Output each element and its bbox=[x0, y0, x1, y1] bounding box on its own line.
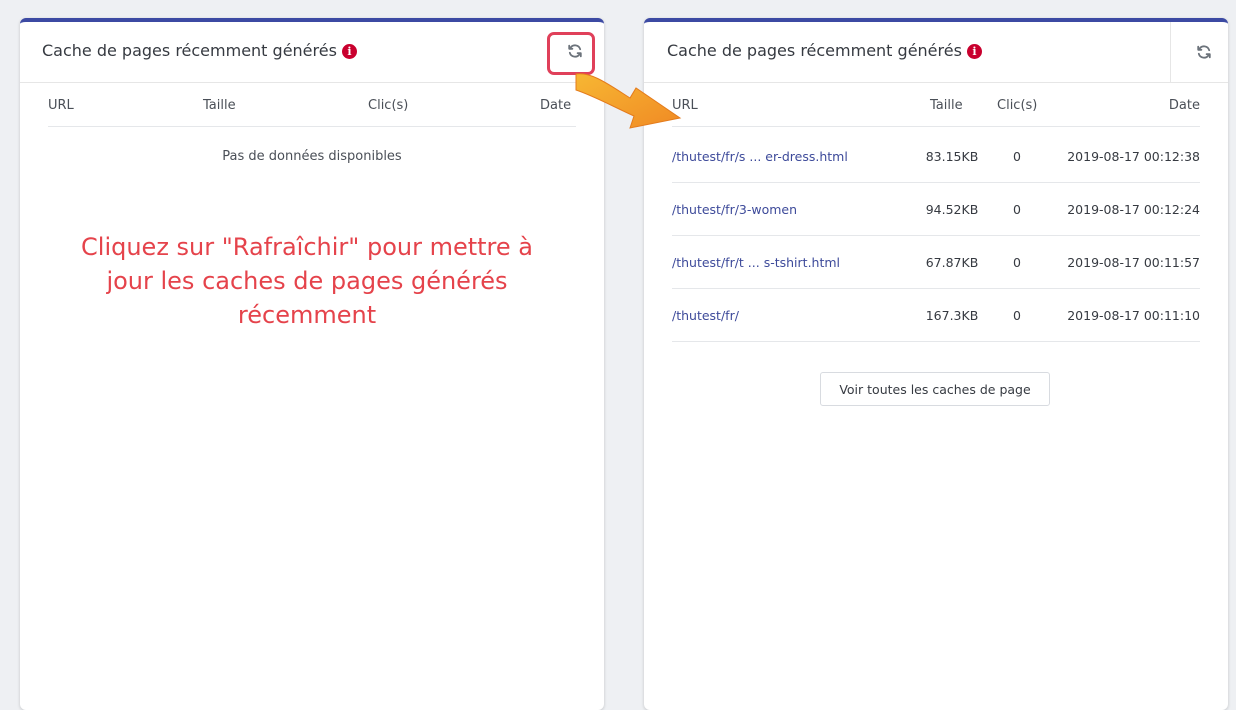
column-header-date: Date bbox=[1168, 98, 1200, 113]
row-size: 83.15KB bbox=[925, 149, 979, 164]
table-row: /thutest/fr/s ... er-dress.html 83.15KB … bbox=[644, 130, 1228, 183]
row-clicks: 0 bbox=[1013, 255, 1021, 270]
row-url-link[interactable]: /thutest/fr/s ... er-dress.html bbox=[672, 130, 848, 183]
row-size: 67.87KB bbox=[925, 255, 979, 270]
table-row: /thutest/fr/t ... s-tshirt.html 67.87KB … bbox=[644, 236, 1228, 289]
annotation-message: Cliquez sur "Rafraîchir" pour mettre à j… bbox=[81, 233, 533, 329]
refresh-button[interactable] bbox=[1190, 38, 1218, 66]
row-date: 2019-08-17 00:12:38 bbox=[1067, 149, 1200, 164]
row-date: 2019-08-17 00:11:10 bbox=[1067, 308, 1200, 323]
panel-title: Cache de pages récemment générés bbox=[667, 41, 962, 60]
column-header-clicks: Clic(s) bbox=[997, 98, 1038, 113]
header-separator bbox=[1170, 22, 1171, 82]
row-clicks: 0 bbox=[1013, 149, 1021, 164]
cache-panel-populated: Cache de pages récemment générés i URL Ta… bbox=[644, 18, 1228, 710]
refresh-icon bbox=[568, 44, 582, 58]
panel-header: Cache de pages récemment générés i bbox=[20, 22, 604, 83]
row-clicks: 0 bbox=[1013, 308, 1021, 323]
column-header-clicks: Clic(s) bbox=[368, 98, 409, 113]
table-row: /thutest/fr/3-women 94.52KB 0 2019-08-17… bbox=[644, 183, 1228, 236]
row-size: 94.52KB bbox=[925, 202, 979, 217]
row-url-link[interactable]: /thutest/fr/ bbox=[672, 289, 739, 342]
row-clicks: 0 bbox=[1013, 202, 1021, 217]
row-divider bbox=[672, 341, 1200, 342]
column-header-url: URL bbox=[48, 98, 74, 113]
row-date: 2019-08-17 00:11:57 bbox=[1067, 255, 1200, 270]
panel-header: Cache de pages récemment générés i bbox=[644, 22, 1228, 83]
panel-title-wrap: Cache de pages récemment générés i bbox=[42, 41, 357, 60]
arrow-annotation bbox=[575, 73, 682, 129]
column-header-date: Date bbox=[540, 98, 572, 113]
empty-state-text: Pas de données disponibles bbox=[222, 149, 402, 164]
cache-panel-empty: Cache de pages récemment générés i URL Ta… bbox=[20, 18, 604, 710]
row-date: 2019-08-17 00:12:24 bbox=[1067, 202, 1200, 217]
row-size: 167.3KB bbox=[925, 308, 979, 323]
panel-title-wrap: Cache de pages récemment générés i bbox=[667, 41, 982, 60]
row-url-link[interactable]: /thutest/fr/t ... s-tshirt.html bbox=[672, 236, 840, 289]
row-url-link[interactable]: /thutest/fr/3-women bbox=[672, 183, 797, 236]
panel-title: Cache de pages récemment générés bbox=[42, 41, 337, 60]
view-all-caches-button[interactable]: Voir toutes les caches de page bbox=[820, 372, 1050, 406]
info-icon[interactable]: i bbox=[341, 44, 357, 59]
header-divider bbox=[48, 126, 576, 127]
refresh-button[interactable] bbox=[561, 37, 589, 65]
header-divider bbox=[672, 126, 1200, 127]
column-header-size: Taille bbox=[930, 98, 963, 113]
column-header-size: Taille bbox=[203, 98, 236, 113]
table-row: /thutest/fr/ 167.3KB 0 2019-08-17 00:11:… bbox=[644, 289, 1228, 342]
refresh-icon bbox=[1197, 45, 1211, 59]
info-icon[interactable]: i bbox=[966, 44, 982, 59]
